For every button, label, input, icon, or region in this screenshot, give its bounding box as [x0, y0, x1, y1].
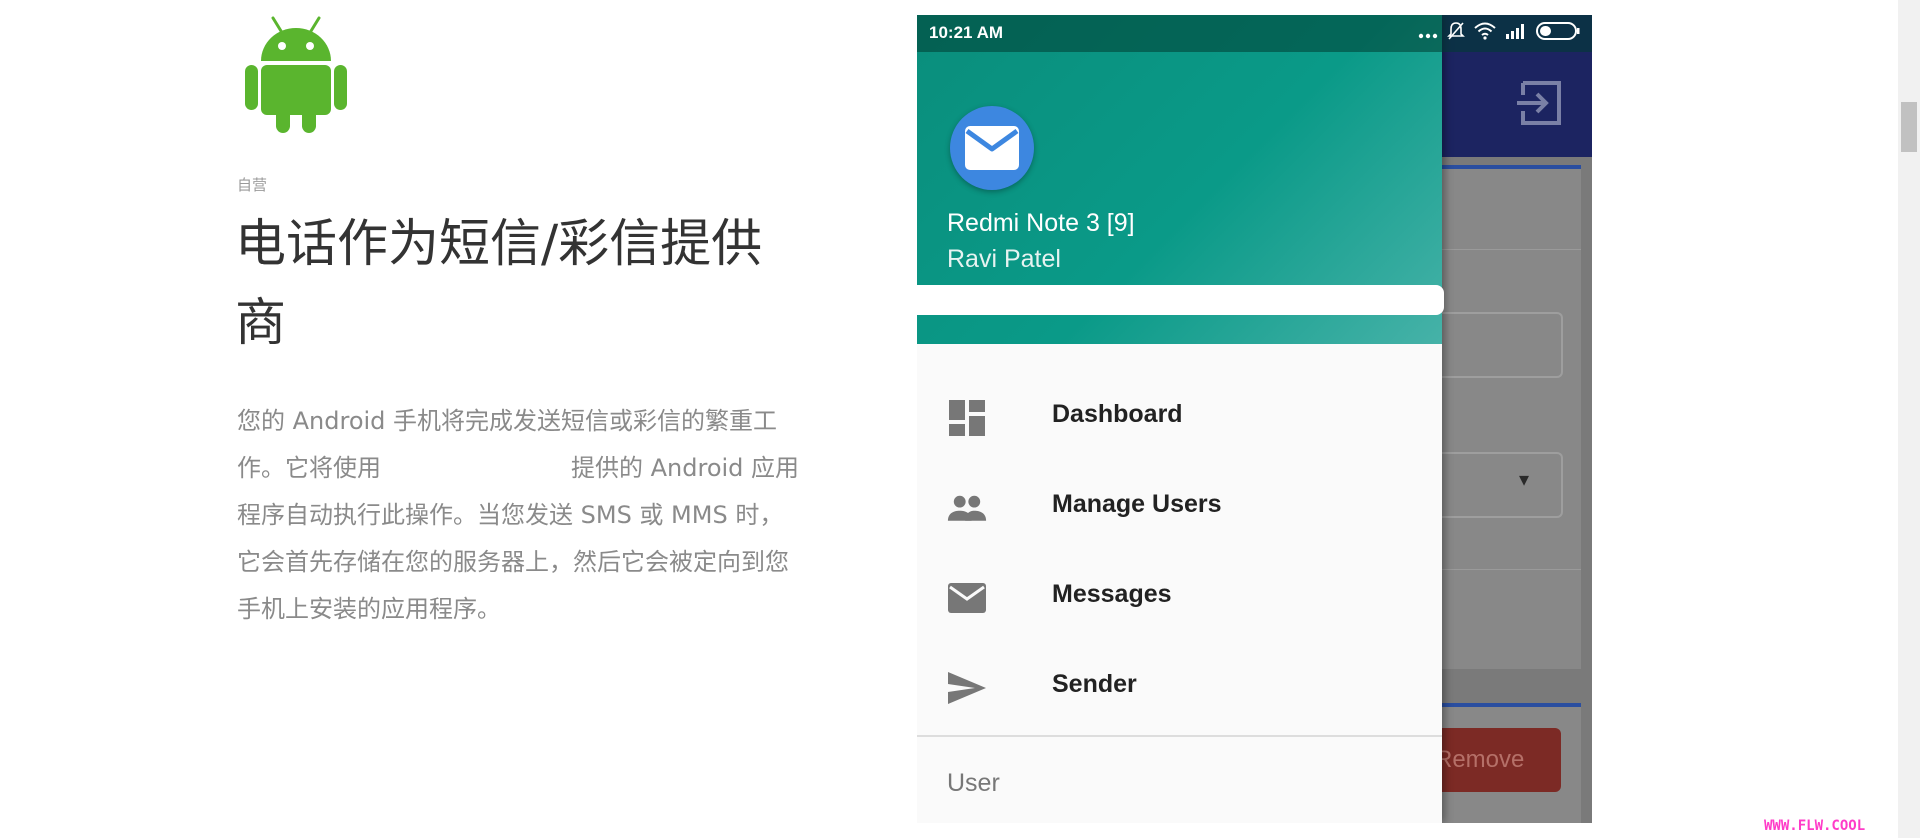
header-divider-strip	[917, 285, 1444, 315]
page-title: 电话作为短信/彩信提供商	[235, 215, 763, 353]
description-paragraph: 您的 Android 手机将完成发送短信或彩信的繁重工作。它将使用 提供的 And…	[237, 398, 807, 633]
status-time: 10:21 AM	[929, 23, 1004, 42]
chevron-down-icon: ▾	[1519, 467, 1530, 491]
drawer-menu: Dashboard Manage Users Messages Sender	[917, 372, 1442, 732]
status-bar: 10:21 AM	[917, 15, 1592, 52]
device-name: Redmi Note 3 [9]	[947, 209, 1135, 237]
scrollbar-thumb[interactable]	[1901, 102, 1917, 152]
menu-divider	[917, 735, 1442, 737]
watermark: WWW.FLW.COOL	[1764, 818, 1866, 834]
menu-label-sender: Sender	[1052, 670, 1137, 698]
mail-icon	[948, 583, 986, 613]
menu-item-dashboard[interactable]: Dashboard	[917, 372, 1442, 462]
more-dots-icon	[1418, 24, 1438, 43]
phone-screenshot: ▾ Remove 10:21 AM Redmi Note 3 [9] Ravi …	[917, 15, 1592, 823]
menu-item-manage-users[interactable]: Manage Users	[917, 462, 1442, 552]
user-name: Ravi Patel	[947, 245, 1061, 273]
users-icon	[947, 495, 987, 521]
category-label: 自营	[237, 176, 268, 194]
menu-label-manage-users: Manage Users	[1052, 490, 1222, 518]
bell-muted-icon	[1447, 21, 1465, 45]
navigation-drawer: Redmi Note 3 [9] Ravi Patel Dashboard Ma…	[917, 15, 1444, 823]
drawer-header: Redmi Note 3 [9] Ravi Patel	[917, 15, 1444, 344]
remove-button: Remove	[1421, 728, 1561, 792]
background-text-field	[1421, 312, 1563, 378]
signal-icon	[1505, 23, 1527, 43]
menu-item-sender[interactable]: Sender	[917, 642, 1442, 732]
background-card	[1421, 165, 1581, 669]
background-select-field	[1421, 452, 1563, 518]
battery-icon	[1536, 22, 1580, 44]
avatar[interactable]	[950, 106, 1034, 190]
android-logo-icon	[245, 16, 347, 133]
dashboard-icon	[949, 400, 985, 436]
wifi-icon	[1474, 22, 1496, 44]
page-scrollbar[interactable]	[1898, 0, 1920, 838]
send-icon	[948, 672, 986, 704]
mail-icon	[965, 126, 1019, 170]
menu-label-dashboard: Dashboard	[1052, 400, 1183, 428]
section-header-user: User	[947, 769, 1000, 797]
menu-item-messages[interactable]: Messages	[917, 552, 1442, 642]
menu-label-messages: Messages	[1052, 580, 1172, 608]
logout-icon[interactable]	[1515, 79, 1565, 127]
